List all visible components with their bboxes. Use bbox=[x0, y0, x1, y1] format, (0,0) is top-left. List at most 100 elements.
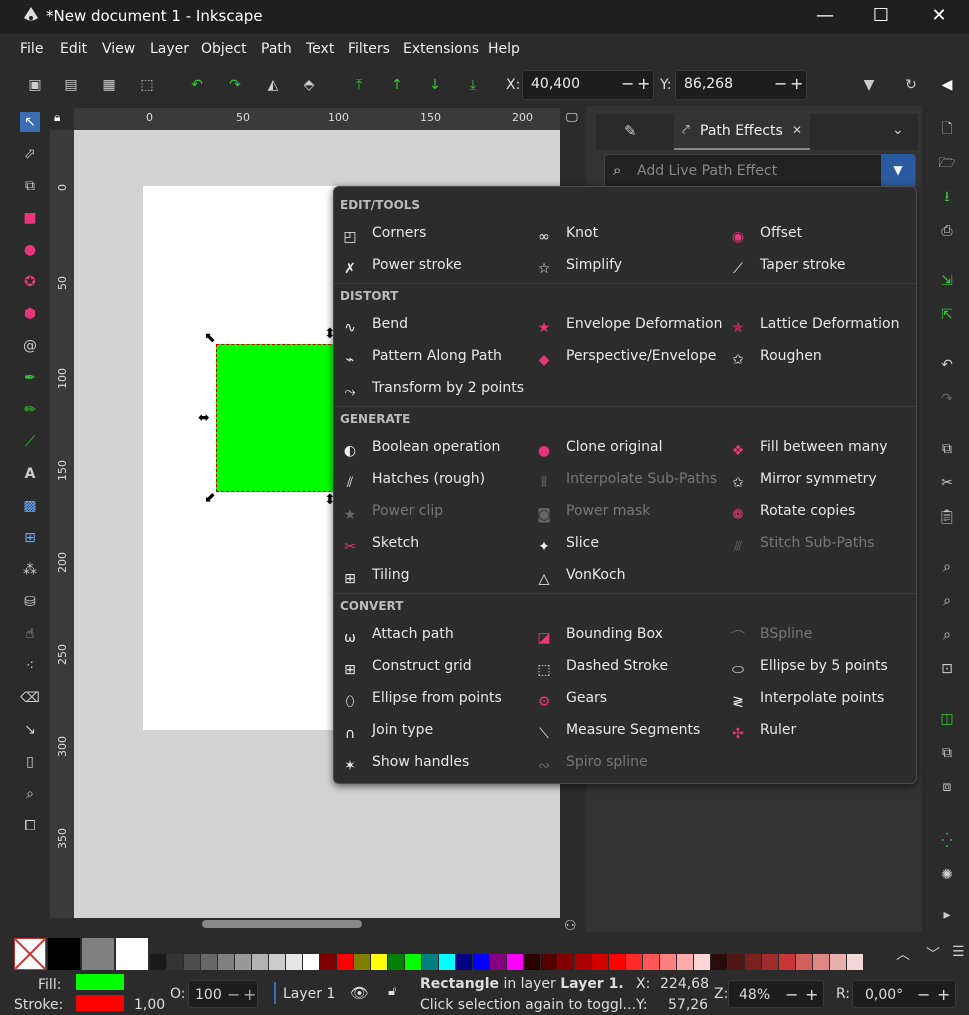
lpe-item[interactable]: ✩ Roughen bbox=[728, 348, 822, 370]
menu-object[interactable]: Object bbox=[201, 41, 247, 57]
new-document-icon[interactable]: 🗋︎ bbox=[936, 118, 958, 140]
palette-swatch[interactable] bbox=[592, 954, 608, 970]
zoom-drawing-icon[interactable]: ⌕ bbox=[936, 590, 958, 612]
save-icon[interactable]: ⭳ bbox=[936, 186, 958, 208]
minimize-button[interactable]: — bbox=[802, 4, 848, 30]
zoom-selection-icon[interactable]: ⌕ bbox=[936, 556, 958, 578]
palette-swatch[interactable] bbox=[745, 954, 761, 970]
dropper-tool-icon[interactable]: ⁂ bbox=[20, 560, 40, 580]
ungroup-icon[interactable]: ✺ bbox=[936, 864, 958, 886]
menu-help[interactable]: Help bbox=[488, 41, 520, 57]
tab-path-effects[interactable]: ⤤ Path Effects ✕ bbox=[674, 114, 810, 150]
lpe-item[interactable]: ◆ Perspective/Envelope bbox=[534, 348, 717, 370]
opacity-minus[interactable]: − bbox=[227, 985, 240, 1004]
lpe-item[interactable]: ✣ Ruler bbox=[728, 722, 796, 744]
palette-swatch[interactable] bbox=[439, 954, 455, 970]
lpe-item[interactable]: ◉ Offset bbox=[728, 225, 802, 247]
zoom-field[interactable]: 48% − + bbox=[728, 980, 824, 1008]
rectangle-tool-icon[interactable]: ■ bbox=[20, 208, 40, 228]
menu-filters[interactable]: Filters bbox=[348, 41, 390, 57]
flip-vertical-icon[interactable]: ⬘ bbox=[298, 74, 320, 96]
lpe-item[interactable]: ⬭ Ellipse by 5 points bbox=[728, 658, 888, 680]
menu-edit[interactable]: Edit bbox=[60, 41, 87, 57]
x-minus-button[interactable]: − bbox=[621, 74, 634, 93]
lpe-search-field[interactable]: ⌕ Add Live Path Effect bbox=[604, 154, 916, 188]
menu-file[interactable]: File bbox=[20, 41, 43, 57]
palette-swatch[interactable] bbox=[422, 954, 438, 970]
palette-swatch[interactable] bbox=[575, 954, 591, 970]
zoom-minus[interactable]: − bbox=[785, 985, 798, 1004]
copy-icon[interactable]: ⧉ bbox=[936, 438, 958, 460]
palette-swatch[interactable] bbox=[252, 954, 268, 970]
open-document-icon[interactable]: 🗁︎ bbox=[936, 152, 958, 174]
lpe-item[interactable]: ∞ Knot bbox=[534, 225, 598, 247]
shape-builder-icon[interactable]: ⧉ bbox=[20, 176, 40, 196]
green-rectangle[interactable] bbox=[216, 344, 336, 492]
lpe-item[interactable]: ω Attach path bbox=[340, 626, 454, 648]
raise-icon[interactable]: ↑ bbox=[386, 74, 408, 96]
lpe-item[interactable]: ● Clone original bbox=[534, 439, 663, 461]
flip-horizontal-icon[interactable]: ◭ bbox=[262, 74, 284, 96]
maximize-button[interactable]: ☐ bbox=[858, 4, 904, 30]
node-tool-icon[interactable]: ⬀ bbox=[20, 144, 40, 164]
lpe-item[interactable]: ≷ Interpolate points bbox=[728, 690, 884, 712]
palette-swatch[interactable] bbox=[388, 954, 404, 970]
eraser-tool-icon[interactable]: ⌫ bbox=[20, 688, 40, 708]
palette-swatch[interactable] bbox=[286, 954, 302, 970]
no-paint-swatch[interactable] bbox=[14, 938, 46, 970]
lpe-item[interactable]: ∾ Spiro spline bbox=[534, 754, 647, 776]
layer-visibility-icon[interactable]: 👁︎ bbox=[350, 984, 369, 1002]
lpe-item[interactable]: ★ Envelope Deformation bbox=[534, 316, 723, 338]
lpe-item[interactable]: ✂ Sketch bbox=[340, 535, 419, 557]
resize-handle-w[interactable]: ⬌ bbox=[198, 410, 210, 426]
white-swatch[interactable] bbox=[116, 938, 148, 970]
palette-swatch[interactable] bbox=[354, 954, 370, 970]
lpe-item[interactable]: ∩ Join type bbox=[340, 722, 433, 744]
palette-swatch[interactable] bbox=[779, 954, 795, 970]
unlink-clone-icon[interactable]: ⧈ bbox=[936, 776, 958, 798]
rotation-plus[interactable]: + bbox=[937, 985, 950, 1004]
star-tool-icon[interactable]: ✪ bbox=[20, 272, 40, 292]
gray-swatch[interactable] bbox=[82, 938, 114, 970]
palette-swatch[interactable] bbox=[728, 954, 744, 970]
pen-tool-icon[interactable]: ✒ bbox=[20, 368, 40, 388]
export-icon[interactable]: ⇱ bbox=[936, 304, 958, 326]
lpe-item[interactable]: ⌁ Pattern Along Path bbox=[340, 348, 502, 370]
lpe-item[interactable]: ⤳ Transform by 2 points bbox=[340, 380, 524, 402]
palette-swatch[interactable] bbox=[796, 954, 812, 970]
lpe-item[interactable]: ⊞ Tiling bbox=[340, 567, 409, 589]
select-all-icon[interactable]: ▣ bbox=[24, 74, 46, 96]
palette-swatch[interactable] bbox=[660, 954, 676, 970]
palette-swatch[interactable] bbox=[167, 954, 183, 970]
lower-icon[interactable]: ↓ bbox=[424, 74, 446, 96]
x-plus-button[interactable]: + bbox=[637, 74, 650, 93]
snap-toggle-icon[interactable]: ↻ bbox=[900, 74, 922, 96]
lpe-item[interactable]: ⟋ Taper stroke bbox=[728, 257, 845, 279]
zoom-plus[interactable]: + bbox=[805, 985, 818, 1004]
palette-swatch[interactable] bbox=[609, 954, 625, 970]
lpe-item[interactable]: ⊞ Construct grid bbox=[340, 658, 472, 680]
select-all-layers-icon[interactable]: ▤ bbox=[60, 74, 82, 96]
3d-box-tool-icon[interactable]: ⬢ bbox=[20, 304, 40, 324]
lpe-item[interactable]: ✯ Lattice Deformation bbox=[728, 316, 899, 338]
print-icon[interactable]: ⎙ bbox=[936, 220, 958, 242]
palette-swatch[interactable] bbox=[405, 954, 421, 970]
spray-tool-icon[interactable]: ⁖ bbox=[20, 656, 40, 676]
gradient-tool-icon[interactable]: ▩ bbox=[20, 496, 40, 516]
lpe-item[interactable]: ☆ Simplify bbox=[534, 257, 622, 279]
lpe-item[interactable]: ⬚ Dashed Stroke bbox=[534, 658, 668, 680]
lpe-item[interactable]: ⟍ Measure Segments bbox=[534, 722, 700, 744]
lpe-item[interactable]: ◪ Bounding Box bbox=[534, 626, 663, 648]
deselect-icon[interactable]: ⬚ bbox=[136, 74, 158, 96]
rotate-cw-icon[interactable]: ↷ bbox=[224, 74, 246, 96]
raise-to-top-icon[interactable]: ⤒ bbox=[348, 74, 370, 96]
palette-swatch[interactable] bbox=[269, 954, 285, 970]
lpe-dropdown-button[interactable]: ▼ bbox=[881, 154, 915, 188]
snap-expand-icon[interactable]: ◀ bbox=[936, 74, 958, 96]
y-coordinate-field[interactable]: 86,268 − + bbox=[675, 70, 807, 100]
menu-layer[interactable]: Layer bbox=[150, 41, 189, 57]
rotate-ccw-icon[interactable]: ↶ bbox=[186, 74, 208, 96]
lpe-item[interactable]: ◐ Boolean operation bbox=[340, 439, 500, 461]
tab-close-icon[interactable]: ✕ bbox=[792, 123, 802, 137]
lpe-item[interactable]: ❖ Fill between many bbox=[728, 439, 888, 461]
